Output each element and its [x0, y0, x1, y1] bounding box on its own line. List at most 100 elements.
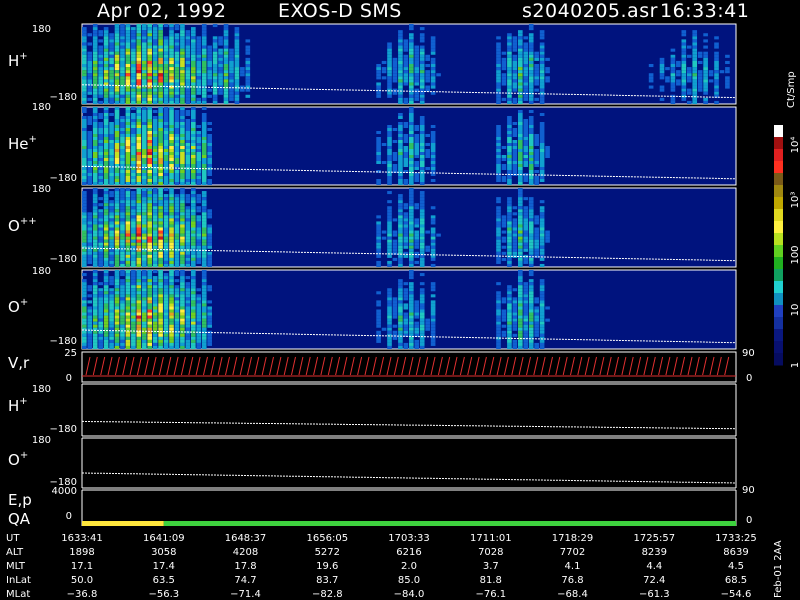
spectrogram-cell: [120, 158, 125, 161]
spectrogram-cell: [201, 203, 207, 207]
spectrogram-cell: [207, 94, 212, 98]
spectrogram-cell: [534, 245, 539, 249]
spectrogram-cell: [131, 51, 136, 55]
spectrogram-cell: [92, 64, 98, 68]
spectrogram-cell: [152, 260, 158, 264]
spectrogram-cell: [120, 24, 125, 28]
spectrogram-cell: [507, 67, 512, 71]
spectrogram-cell: [534, 215, 539, 219]
spectrogram-cell: [131, 203, 136, 207]
spectrogram-cell: [103, 36, 109, 40]
spectrogram-cell: [120, 134, 125, 137]
spectrogram-cell: [207, 149, 212, 152]
spectrogram-cell: [692, 36, 698, 40]
spectrogram-cell: [539, 158, 545, 161]
spectrogram-cell: [419, 294, 425, 298]
spectrogram-cell: [223, 82, 229, 86]
spectrogram-cell: [725, 79, 730, 83]
spectrogram-cell: [125, 155, 131, 158]
spectrogram-cell: [174, 125, 180, 128]
spectrogram-cell: [82, 131, 87, 134]
spectrogram-cell: [387, 321, 392, 325]
spectrogram-cell: [714, 79, 719, 83]
spectrogram-cell: [103, 39, 109, 43]
spectrogram-cell: [403, 306, 409, 310]
spectrogram-cell: [141, 158, 147, 161]
spectrogram-cell: [518, 276, 523, 280]
spectrogram-cell: [92, 218, 98, 222]
spectrogram-cell: [82, 143, 87, 146]
spectrogram-cell: [512, 161, 518, 164]
spectrogram-cell: [125, 236, 131, 240]
spectrogram-cell: [185, 297, 191, 301]
spectrogram-cell: [131, 134, 136, 137]
spectrogram-cell: [507, 79, 512, 83]
panel-1-ymax: 180: [32, 102, 51, 113]
spectrogram-cell: [114, 30, 120, 34]
spectrogram-cell: [398, 67, 403, 71]
spectrogram-cell: [163, 227, 169, 231]
spectrogram-cell: [523, 36, 529, 40]
spectrogram-cell: [507, 39, 512, 43]
spectrogram-cell: [169, 161, 174, 164]
spectrogram-cell: [539, 257, 545, 261]
spectrogram-cell: [87, 306, 93, 310]
spectrogram-cell: [163, 306, 169, 310]
spectrogram-cell: [196, 173, 202, 176]
spectrogram-cell: [174, 345, 180, 349]
spectrogram-cell: [223, 48, 229, 52]
spectrogram-cell: [501, 67, 507, 71]
spectrogram-cell: [141, 291, 147, 295]
spectrogram-cell: [103, 131, 109, 134]
spectrogram-cell: [414, 342, 420, 346]
spectrogram-cell: [229, 97, 234, 101]
spectrogram-cell: [229, 91, 234, 95]
spectrogram-cell: [82, 173, 87, 176]
spectrogram-cell: [392, 70, 398, 74]
spectrogram-cell: [180, 279, 185, 283]
spectrogram-cell: [425, 248, 430, 252]
spectrogram-cell: [103, 206, 109, 210]
spectrogram-cell: [539, 206, 545, 210]
spectrogram-cell: [512, 48, 518, 52]
spectrogram-cell: [141, 333, 147, 337]
spectrogram-cell: [409, 254, 414, 258]
spectrogram-cell: [125, 191, 131, 195]
spectrogram-cell: [141, 227, 147, 231]
table-cell: 83.7: [316, 575, 338, 586]
velocity-right-top: 90: [742, 348, 755, 359]
spectrogram-cell: [125, 306, 131, 310]
spectrogram-cell: [82, 336, 87, 340]
spectrogram-cell: [98, 116, 103, 119]
spectrogram-cell: [681, 42, 687, 46]
spectrogram-cell: [430, 248, 436, 252]
spectrogram-cell: [507, 73, 512, 77]
spectrogram-cell: [387, 315, 392, 319]
spectrogram-cell: [152, 312, 158, 316]
spectrogram-cell: [152, 233, 158, 237]
spectrogram-cell: [409, 282, 414, 286]
spectrogram-cell: [381, 230, 387, 234]
spectrogram-cell: [191, 161, 196, 164]
spectrogram-cell: [387, 245, 392, 249]
spectrogram-cell: [518, 48, 523, 52]
spectrogram-cell: [207, 333, 212, 337]
spectrogram-cell: [136, 230, 142, 234]
spectrogram-cell: [398, 143, 403, 146]
spectrogram-cell: [534, 179, 539, 182]
spectrogram-cell: [152, 318, 158, 322]
spectrogram-cell: [185, 212, 191, 216]
spectrogram-cell: [125, 321, 131, 325]
spectrogram-cell: [120, 51, 125, 55]
spectrogram-cell: [419, 306, 425, 310]
spectrogram-cell: [109, 236, 114, 240]
spectrogram-cell: [152, 170, 158, 173]
spectrogram-cell: [98, 158, 103, 161]
spectrogram-cell: [381, 327, 387, 331]
spectrogram-cell: [430, 285, 436, 289]
spectrogram-cell: [82, 161, 87, 164]
spectrogram-cell: [158, 110, 163, 113]
spectrogram-cell: [539, 179, 545, 182]
spectrogram-cell: [381, 60, 387, 64]
spectrogram-cell: [398, 197, 403, 201]
